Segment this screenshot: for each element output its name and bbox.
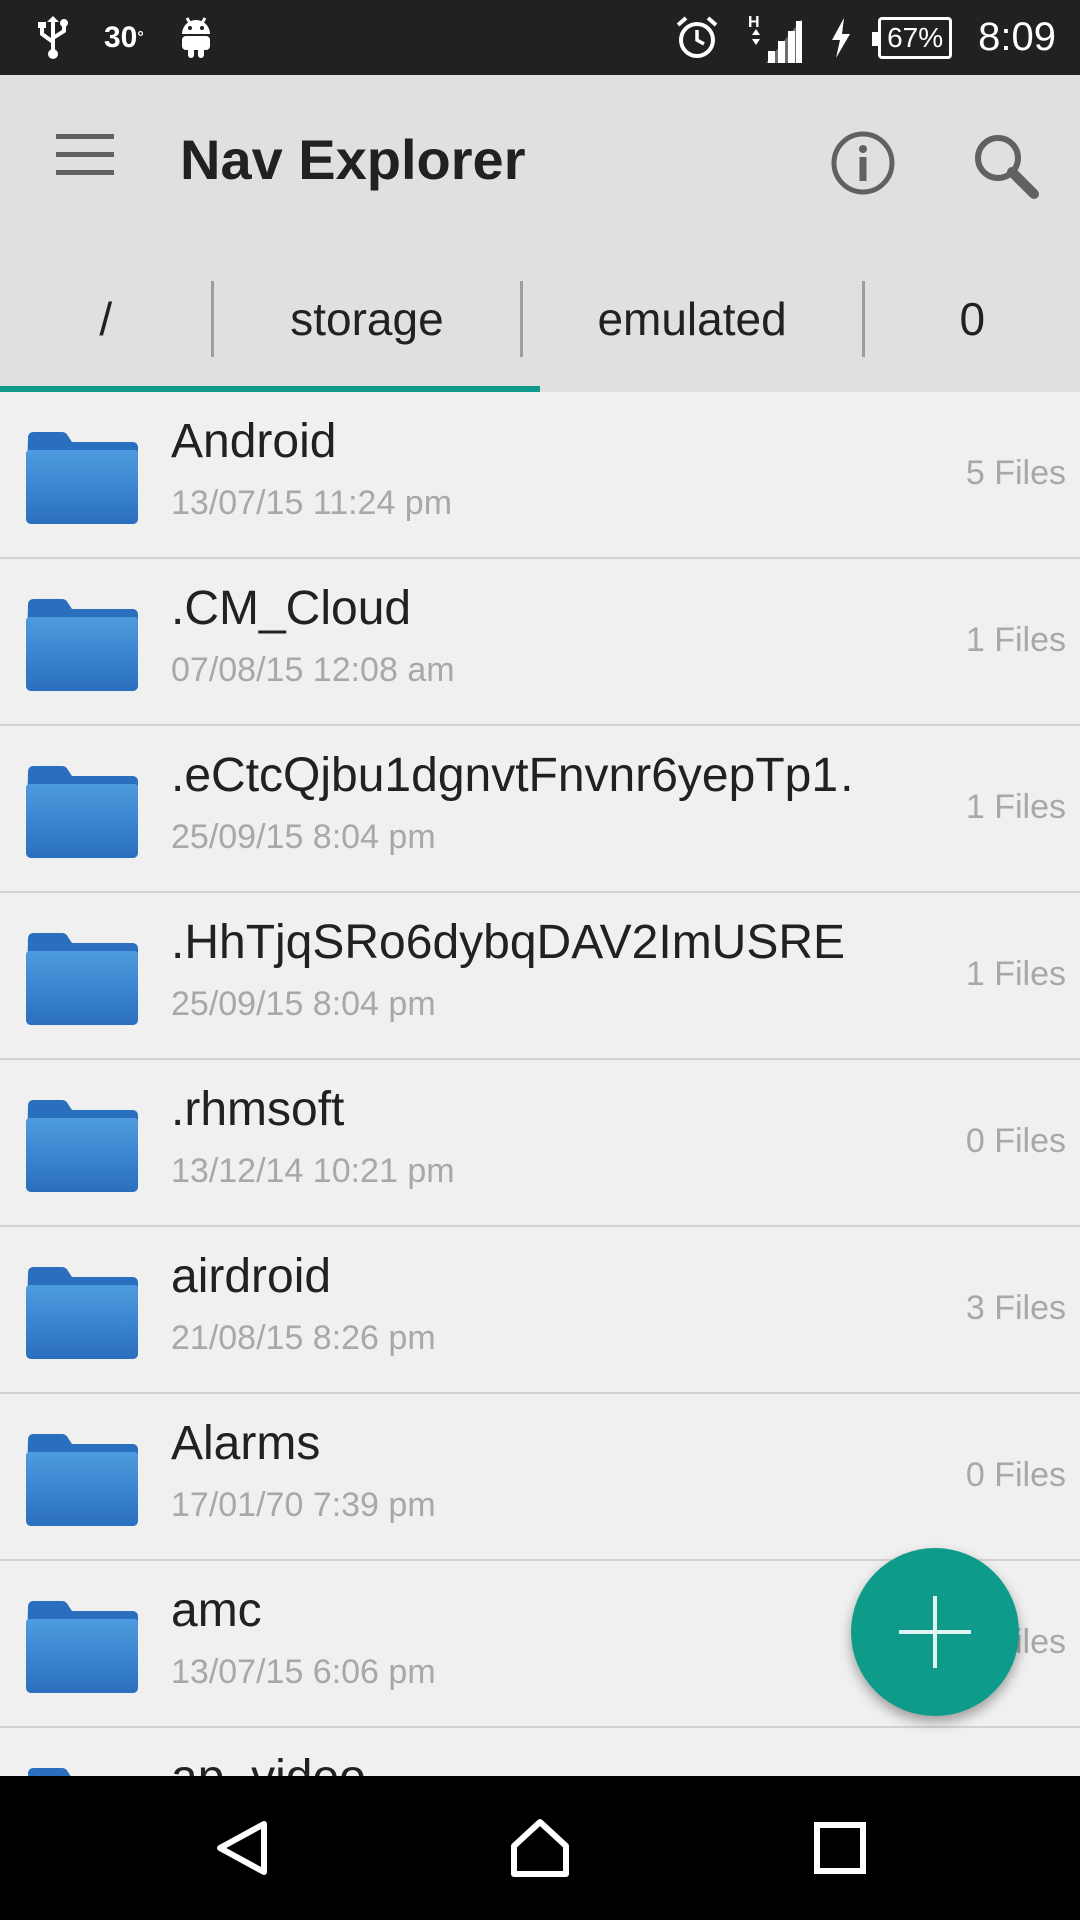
recents-icon bbox=[814, 1822, 866, 1874]
file-name: amc bbox=[171, 1584, 262, 1637]
file-date: 17/01/70 7:39 pm bbox=[171, 1486, 436, 1524]
clock: 8:09 bbox=[978, 15, 1056, 59]
info-icon bbox=[831, 131, 895, 195]
usb-icon bbox=[36, 15, 70, 60]
crumb-0[interactable]: 0 bbox=[865, 245, 1080, 392]
file-date: 25/09/15 8:04 pm bbox=[171, 818, 436, 856]
navigation-bar bbox=[0, 1776, 1080, 1920]
home-button[interactable] bbox=[500, 1808, 580, 1888]
file-count: 1 Files bbox=[965, 788, 1066, 826]
back-button[interactable] bbox=[202, 1808, 282, 1888]
folder-icon bbox=[26, 1100, 138, 1192]
list-item[interactable]: .HhTjqSRo6dybqDAV2ImUSRE… 25/09/15 8:04 … bbox=[0, 893, 1080, 1060]
info-button[interactable] bbox=[825, 125, 901, 201]
file-count: 5 Files bbox=[965, 454, 1066, 492]
file-name: ap_video bbox=[171, 1750, 366, 1776]
search-button[interactable] bbox=[965, 125, 1045, 205]
file-count: 1 Files bbox=[965, 621, 1066, 659]
file-name: Android bbox=[171, 415, 337, 468]
folder-icon bbox=[26, 599, 138, 691]
app-bar: Nav Explorer bbox=[0, 75, 1080, 245]
folder-icon bbox=[26, 933, 138, 1025]
list-item[interactable]: Alarms 17/01/70 7:39 pm 0 Files bbox=[0, 1394, 1080, 1561]
file-date: 13/07/15 6:06 pm bbox=[171, 1653, 436, 1691]
file-name: .HhTjqSRo6dybqDAV2ImUSRE… bbox=[171, 916, 851, 969]
list-item[interactable]: .rhmsoft 13/12/14 10:21 pm 0 Files bbox=[0, 1060, 1080, 1227]
menu-icon bbox=[56, 134, 114, 175]
file-count: 0 Files bbox=[965, 1456, 1066, 1494]
temperature: 30 ° bbox=[104, 20, 144, 54]
file-name: Alarms bbox=[171, 1417, 321, 1470]
alarm-icon bbox=[674, 15, 720, 61]
app-title: Nav Explorer bbox=[180, 128, 526, 191]
charging-icon bbox=[830, 17, 852, 58]
list-item[interactable]: .eCtcQjbu1dgnvtFnvnr6yepTp1… 25/09/15 8:… bbox=[0, 726, 1080, 893]
battery-indicator: 67% bbox=[872, 16, 953, 59]
file-count: 3 Files bbox=[965, 1289, 1066, 1327]
crumb-storage[interactable]: storage bbox=[214, 245, 519, 392]
breadcrumb: / storage emulated 0 bbox=[0, 245, 1080, 392]
folder-icon bbox=[26, 1267, 138, 1359]
list-item[interactable]: .CM_Cloud 07/08/15 12:08 am 1 Files bbox=[0, 559, 1080, 726]
recents-button[interactable] bbox=[800, 1808, 880, 1888]
list-item[interactable]: ap_video bbox=[0, 1728, 1080, 1776]
android-icon bbox=[178, 16, 214, 60]
file-date: 13/12/14 10:21 pm bbox=[171, 1152, 455, 1190]
folder-icon bbox=[26, 432, 138, 524]
list-item[interactable]: airdroid 21/08/15 8:26 pm 3 Files bbox=[0, 1227, 1080, 1394]
folder-icon bbox=[26, 1434, 138, 1526]
file-count: 1 Files bbox=[965, 955, 1066, 993]
add-button[interactable] bbox=[851, 1548, 1019, 1716]
svg-text:H: H bbox=[748, 14, 760, 31]
file-name: airdroid bbox=[171, 1250, 332, 1303]
file-date: 13/07/15 11:24 pm bbox=[171, 484, 453, 522]
crumb-root[interactable]: / bbox=[0, 245, 211, 392]
file-count: 0 Files bbox=[965, 1122, 1066, 1160]
file-name: .CM_Cloud bbox=[171, 582, 412, 635]
file-name: .eCtcQjbu1dgnvtFnvnr6yepTp1… bbox=[171, 749, 851, 802]
crumb-emulated[interactable]: emulated bbox=[523, 245, 862, 392]
plus-icon bbox=[899, 1596, 971, 1668]
file-date: 07/08/15 12:08 am bbox=[171, 651, 455, 689]
back-icon bbox=[217, 1821, 267, 1875]
menu-button[interactable] bbox=[42, 120, 128, 190]
signal-icon: H bbox=[746, 13, 804, 63]
status-bar: 30 ° H 67% 8:09 bbox=[0, 0, 1080, 75]
folder-icon bbox=[26, 1601, 138, 1693]
list-item[interactable]: Android 13/07/15 11:24 pm 5 Files bbox=[0, 392, 1080, 559]
folder-icon bbox=[27, 1768, 71, 1776]
file-date: 21/08/15 8:26 pm bbox=[171, 1319, 436, 1357]
home-icon bbox=[511, 1819, 569, 1877]
file-date: 25/09/15 8:04 pm bbox=[171, 985, 436, 1023]
search-icon bbox=[975, 135, 1039, 199]
file-name: .rhmsoft bbox=[171, 1083, 345, 1136]
folder-icon bbox=[26, 766, 138, 858]
